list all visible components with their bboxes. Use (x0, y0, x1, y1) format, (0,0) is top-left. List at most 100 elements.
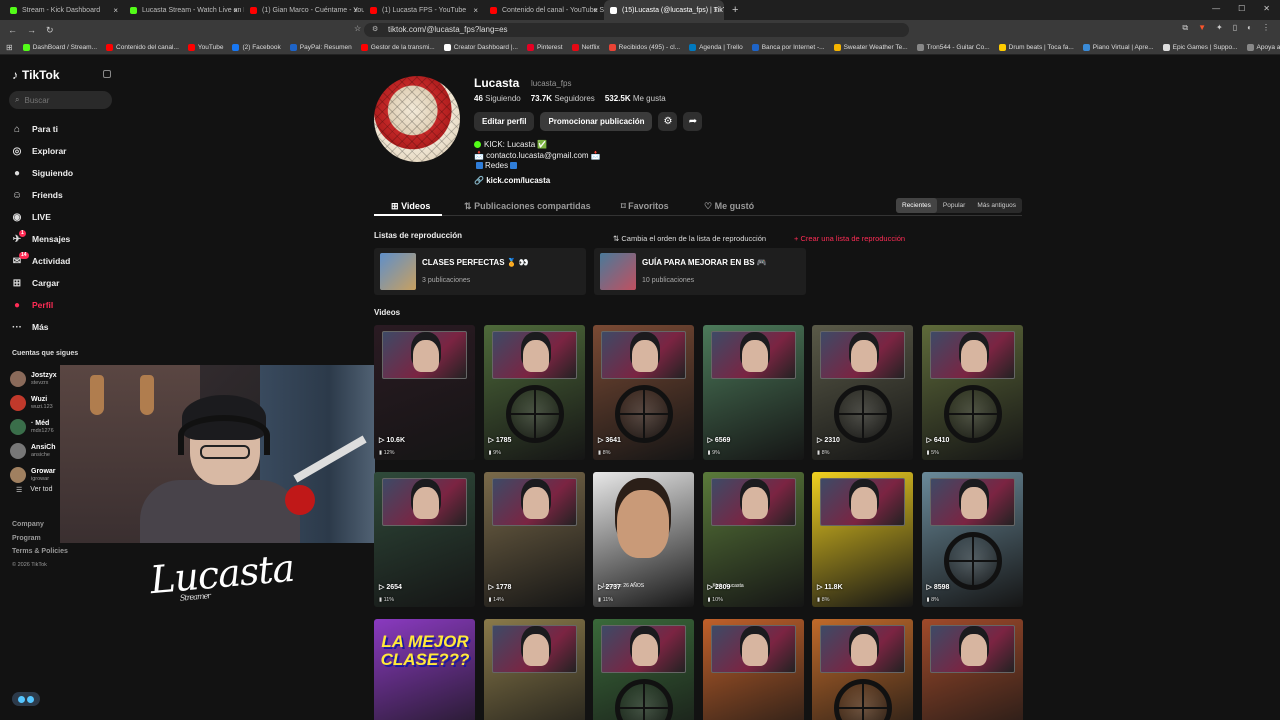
browser-tab[interactable]: Contenido del canal - YouTube Studio× (484, 0, 604, 20)
extensions-puzzle-icon[interactable]: ✦ (1216, 23, 1223, 33)
followers-stat[interactable]: 73.7K Seguidores (531, 94, 595, 103)
video-thumbnail[interactable] (921, 619, 1023, 720)
reload-icon[interactable]: ↻ (46, 25, 54, 36)
playlist-card[interactable]: GUÍA PARA MEJORAR EN BS 🎮 10 publicacion… (594, 248, 806, 295)
bookmark-item[interactable]: (2) Facebook (232, 43, 281, 51)
bookmark-item[interactable]: Drum beats | Toca fa... (998, 43, 1074, 51)
reorder-playlists-link[interactable]: ⇅ Cambia el orden de la lista de reprodu… (613, 234, 766, 243)
apps-grid-icon[interactable]: ⊞ (6, 43, 13, 52)
minimize-icon[interactable]: — (1212, 4, 1220, 13)
tab-close-icon[interactable]: × (233, 6, 238, 15)
profile-link[interactable]: 🔗 kick.com/lucasta (474, 176, 550, 185)
video-thumbnail[interactable]: ▷ 8598 ▮ 8% (921, 472, 1023, 607)
following-stat[interactable]: 46 Siguiendo (474, 94, 521, 103)
bookmark-item[interactable]: Tron544 - Guitar Co... (916, 43, 990, 51)
profile-icon[interactable]: ◐ (1247, 23, 1252, 33)
video-thumbnail[interactable]: ▷ 2310 ▮ 8% (812, 325, 913, 460)
sidebar-item-live[interactable]: ◉ LIVE (10, 206, 115, 228)
url-field[interactable]: ⚙ tiktok.com/@lucasta_fps?lang=es (364, 23, 909, 37)
search-box[interactable]: ⌕ (9, 91, 112, 109)
tiktok-logo[interactable]: ♪ TikTok (12, 68, 60, 82)
sort-recent[interactable]: Recientes (896, 198, 937, 213)
tab-close-icon[interactable]: × (113, 6, 118, 15)
browser-tab[interactable]: Lucasta Stream - Watch Live on Kick× (124, 0, 244, 20)
forward-icon[interactable]: → (27, 25, 36, 36)
video-thumbnail[interactable]: Kick : Lucasta ▷ 2809 ▮ 10% (702, 472, 804, 607)
sidebar-item-ms[interactable]: ··· Más (10, 316, 115, 338)
tab-close-icon[interactable]: × (593, 6, 598, 15)
edit-profile-button[interactable]: Editar perfil (474, 112, 535, 131)
bookmark-item[interactable]: Agenda | Trello (689, 43, 743, 51)
sidebar-item-cargar[interactable]: ⊞ Cargar (10, 272, 115, 294)
footer-terms[interactable]: Terms & Policies (12, 545, 68, 559)
video-thumbnail[interactable] (593, 619, 694, 720)
close-window-icon[interactable]: ✕ (1263, 4, 1270, 13)
share-arrow-icon[interactable]: ➦ (683, 112, 703, 131)
create-playlist-link[interactable]: + Crear una lista de reproducción (794, 234, 905, 243)
bookmark-item[interactable]: PayPal: Resumen (289, 43, 352, 51)
browser-tab[interactable]: (1) Lucasta FPS - YouTube × (364, 0, 484, 20)
video-thumbnail[interactable]: ▷ 6410 ▮ 5% (921, 325, 1023, 460)
tab-shared-posts[interactable]: ⇅ Publicaciones compartidas (464, 201, 591, 212)
video-thumbnail[interactable]: LA MEJOR CLASE??? (374, 619, 475, 720)
sidebar-item-siguiendo[interactable]: ● Siguiendo (10, 162, 115, 184)
video-thumbnail[interactable]: ▷ 1778 ▮ 14% (483, 472, 585, 607)
bookmark-item[interactable]: Creator Dashboard |... (443, 43, 518, 51)
bookmark-item[interactable]: Sweater Weather Te... (833, 43, 908, 51)
tab-close-icon[interactable]: × (473, 6, 478, 15)
video-thumbnail[interactable]: ▷ 6569 ▮ 9% (702, 325, 804, 460)
video-thumbnail[interactable] (483, 619, 585, 720)
profile-avatar[interactable] (374, 76, 460, 162)
site-info-icon[interactable]: ⚙ (372, 23, 378, 37)
sidebar-item-friends[interactable]: ☺ Friends (10, 184, 115, 206)
browser-tab[interactable]: (15)Lucasta (@lucasta_fps) | TikTok × (604, 0, 724, 20)
tab-liked[interactable]: ♡ Me gustó (704, 201, 754, 212)
bookmark-item[interactable]: Netflix (571, 43, 600, 51)
sidebar-item-perfil[interactable]: ● Perfil (10, 294, 115, 316)
collapse-sidebar-icon[interactable] (103, 70, 111, 78)
tab-videos[interactable]: ⊞ Videos (391, 201, 430, 212)
get-app-chip[interactable] (12, 692, 40, 706)
playlist-card[interactable]: CLASES PERFECTAS 🏅 👀 3 publicaciones (374, 248, 586, 295)
browser-tab[interactable]: Stream - Kick Dashboard × (4, 0, 124, 20)
video-thumbnail[interactable] (812, 619, 913, 720)
back-icon[interactable]: ← (8, 25, 17, 36)
bookmark-item[interactable]: Epic Games | Suppo... (1162, 43, 1238, 51)
sidebar-item-mensajes[interactable]: ✈ 1 Mensajes (10, 228, 115, 250)
video-thumbnail[interactable]: Lucasta: 26 AÑOS ▷ 2737 ▮ 11% (593, 472, 694, 607)
bookmark-star-icon[interactable]: ☆ (354, 24, 361, 33)
brave-shield-icon[interactable]: ▼ (1198, 23, 1206, 33)
maximize-icon[interactable]: ☐ (1238, 4, 1245, 13)
see-all-link[interactable]: ☰ Ver tod (16, 486, 52, 494)
search-input[interactable] (24, 95, 105, 105)
browser-tab[interactable]: (1) Gian Marco - Cuéntame - YouTube× (244, 0, 364, 20)
bookmark-item[interactable]: Apoya a un creador... (1246, 43, 1280, 51)
tab-favorites[interactable]: ⌑ Favoritos (621, 201, 669, 212)
sort-popular[interactable]: Popular (937, 198, 971, 213)
bookmark-item[interactable]: Pinterest (526, 43, 563, 51)
tab-close-icon[interactable]: × (353, 6, 358, 15)
bookmark-item[interactable]: DashBoard / Stream... (22, 43, 97, 51)
new-tab-button[interactable]: + (732, 4, 738, 16)
bookmark-item[interactable]: Contenido del canal... (106, 43, 179, 51)
sidebar-toggle-icon[interactable]: ▯ (1233, 23, 1237, 33)
sidebar-item-explorar[interactable]: ◎ Explorar (10, 140, 115, 162)
video-thumbnail[interactable] (702, 619, 804, 720)
promote-post-button[interactable]: Promocionar publicación (540, 112, 653, 131)
tab-close-icon[interactable]: × (713, 6, 718, 15)
settings-gear-icon[interactable]: ⚙ (658, 112, 678, 131)
video-thumbnail[interactable]: ▷ 11.8K ▮ 8% (812, 472, 913, 607)
video-thumbnail[interactable]: ▷ 2654 ▮ 11% (374, 472, 475, 607)
bookmark-item[interactable]: Piano Virtual | Apre... (1082, 43, 1154, 51)
video-thumbnail[interactable]: ▷ 1785 ▮ 9% (483, 325, 585, 460)
bookmark-item[interactable]: Gestor de la transmi... (360, 43, 435, 51)
extension-icon[interactable]: ⧉ (1182, 23, 1188, 33)
menu-icon[interactable]: ⋮ (1262, 23, 1270, 33)
video-thumbnail[interactable]: ▷ 10.6K ▮ 12% (374, 325, 475, 460)
bookmark-item[interactable]: Recibidos (495) - cl... (608, 43, 680, 51)
bookmark-item[interactable]: YouTube (187, 43, 223, 51)
sidebar-item-actividad[interactable]: ✉ 14 Actividad (10, 250, 115, 272)
sort-oldest[interactable]: Más antiguos (971, 198, 1022, 213)
sidebar-item-parati[interactable]: ⌂ Para ti (10, 118, 115, 140)
bookmark-item[interactable]: Banca por Internet -... (751, 43, 825, 51)
